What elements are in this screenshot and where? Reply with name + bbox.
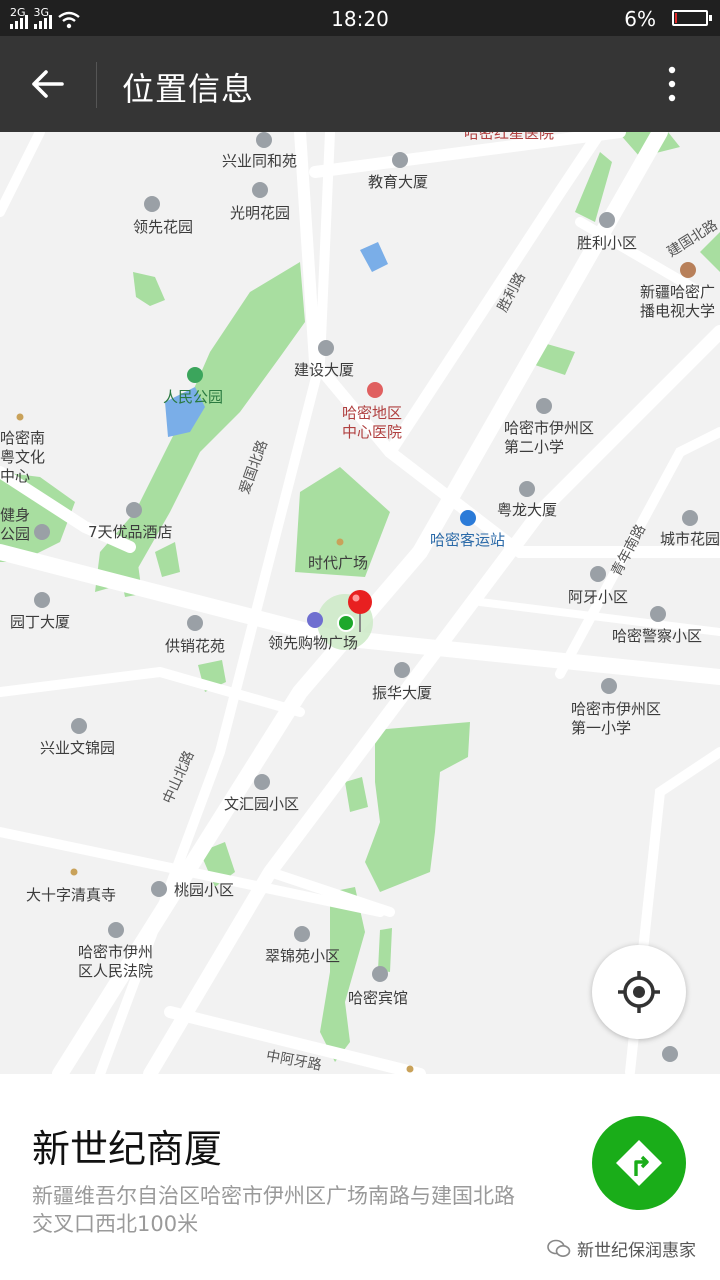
divider xyxy=(96,62,97,108)
park-area xyxy=(320,887,365,1062)
park-area xyxy=(378,928,392,972)
park-area xyxy=(155,542,180,577)
poi-label[interactable]: 胜利小区 xyxy=(577,234,637,253)
poi-label[interactable]: 供销花苑 xyxy=(165,637,225,656)
poi-label[interactable]: 文汇园小区 xyxy=(224,795,299,814)
poi-label[interactable]: 兴业文锦园 xyxy=(40,739,115,758)
poi-label[interactable]: 兴业同和苑 xyxy=(222,152,297,171)
locate-button[interactable] xyxy=(592,945,686,1039)
navigate-button[interactable] xyxy=(592,1116,686,1210)
status-bar: 2G 3G 18:20 6% xyxy=(0,0,720,36)
place-info-panel: 新世纪商厦 新疆维吾尔自治区哈密市伊州区广场南路与建国北路交叉口西北100米 新… xyxy=(0,1074,720,1280)
crosshair-icon xyxy=(618,971,660,1013)
poi-label[interactable]: 哈密市伊州区第一小学 xyxy=(571,700,661,738)
poi-label[interactable]: 哈密警察小区 xyxy=(612,627,702,646)
place-address: 新疆维吾尔自治区哈密市伊州区广场南路与建国北路交叉口西北100米 xyxy=(32,1184,515,1236)
poi-label[interactable]: 哈密南粤文化中心 xyxy=(0,429,55,486)
poi-label[interactable]: 阿牙小区 xyxy=(568,588,628,607)
poi-label[interactable]: 哈密市伊州区人民法院 xyxy=(78,943,158,981)
poi-label[interactable]: 哈密客运站 xyxy=(430,531,505,550)
poi-label[interactable]: 教育大厦 xyxy=(368,173,428,192)
poi-label[interactable]: 桃园小区 xyxy=(174,881,234,900)
map-view[interactable]: 兴业同和苑 教育大厦 光明花园 领先花园 胜利小区 建设大厦 人民公园 哈密地区… xyxy=(0,132,720,1074)
watermark-text: 新世纪保润惠家 xyxy=(577,1241,696,1261)
watermark: 新世纪保润惠家 xyxy=(547,1236,696,1261)
poi-label[interactable]: 7天优品酒店 xyxy=(88,523,173,542)
poi-label[interactable]: 领先购物广场 xyxy=(268,634,358,653)
clock: 18:20 xyxy=(331,7,389,31)
park-area xyxy=(365,722,470,892)
app-bar: 位置信息 xyxy=(0,36,720,132)
road xyxy=(0,132,45,217)
back-arrow-icon[interactable] xyxy=(28,64,68,104)
navigation-route-icon xyxy=(616,1140,662,1186)
poi-label[interactable]: 新疆哈密广播电视大学 xyxy=(640,283,720,321)
road xyxy=(0,666,305,717)
lake xyxy=(360,242,388,272)
poi-label[interactable]: 城市花园 xyxy=(660,530,720,549)
poi-label[interactable]: 领先花园 xyxy=(133,218,193,237)
poi-label[interactable]: 哈密宾馆 xyxy=(348,989,408,1008)
poi-label[interactable]: 哈密市伊州区第二小学 xyxy=(504,419,594,457)
poi-label[interactable]: 大十字清真寺 xyxy=(26,886,116,905)
wechat-icon xyxy=(547,1239,571,1257)
poi-label[interactable]: 建设大厦 xyxy=(294,361,354,380)
poi-label[interactable]: 哈密红星医院 xyxy=(464,132,554,143)
poi-label[interactable]: 翠锦苑小区 xyxy=(265,947,340,966)
park-area xyxy=(345,777,368,812)
poi-label[interactable]: 哈密地区中心医院 xyxy=(342,404,412,442)
poi-label[interactable]: 人民公园 xyxy=(163,388,223,407)
poi-label[interactable]: 时代广场 xyxy=(308,554,368,573)
pin-head xyxy=(348,590,372,614)
poi-label[interactable]: 粤龙大厦 xyxy=(497,501,557,520)
battery-icon xyxy=(672,10,712,26)
place-name: 新世纪商厦 xyxy=(32,1127,223,1171)
page-title: 位置信息 xyxy=(122,70,255,108)
more-options-icon[interactable] xyxy=(660,64,684,104)
poi-label[interactable]: 健身公园 xyxy=(0,506,32,544)
park-area xyxy=(133,272,165,306)
poi-label[interactable]: 光明花园 xyxy=(230,204,290,223)
poi-label[interactable]: 园丁大厦 xyxy=(10,613,70,632)
current-location-dot xyxy=(337,614,355,632)
poi-label[interactable]: 振华大厦 xyxy=(372,684,432,703)
battery-percent: 6% xyxy=(624,7,656,31)
